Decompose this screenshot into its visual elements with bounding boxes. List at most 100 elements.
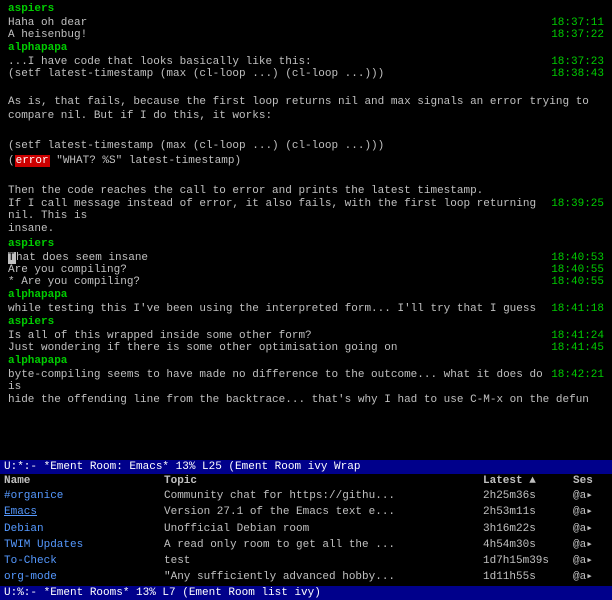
message-block-5: aspiers Is all of this wrapped inside so… (4, 315, 608, 354)
mode-line-rooms: U:%:- *Ement Rooms* 13% L7 (Ement Room l… (0, 586, 612, 600)
message-block-3: aspiers That does seem insane 18:40:53 A… (4, 237, 608, 288)
username-aspiers: aspiers (8, 3, 54, 15)
room-topic: test (164, 554, 483, 568)
room-row: Emacs Version 27.1 of the Emacs text e..… (0, 504, 612, 520)
room-row: To-Check test 1d7h15m39s @a▸ (0, 553, 612, 569)
col-header-topic: Topic (164, 475, 483, 487)
room-row: org-mode "Any sufficiently advanced hobb… (0, 569, 612, 585)
room-latest: 3h16m22s (483, 522, 573, 536)
message-text: That does seem insane (8, 252, 547, 264)
room-ses: @a▸ (573, 570, 608, 584)
room-latest: 2h25m36s (483, 489, 573, 503)
message-text: Then the code reaches the call to error … (8, 184, 604, 199)
room-name[interactable]: To-Check (4, 554, 164, 568)
room-ses: @a▸ (573, 538, 608, 552)
message-text: Just wondering if there is some other op… (8, 342, 547, 354)
message-text: Haha oh dear (8, 17, 547, 29)
chat-line: * Are you compiling? 18:40:55 (8, 276, 604, 288)
message-block-2: alphapapa ...I have code that looks basi… (4, 41, 608, 80)
room-name[interactable]: Debian (4, 522, 164, 536)
room-row: #organice Community chat for https://git… (0, 488, 612, 504)
username-line: aspiers (8, 315, 604, 330)
room-topic: "Any sufficiently advanced hobby... (164, 570, 483, 584)
room-topic: A read only room to get all the ... (164, 538, 483, 552)
code-text-error: (error "WHAT? %S" latest-timestamp) (8, 154, 604, 169)
message-text: byte-compiling seems to have made no dif… (8, 369, 547, 393)
timestamp: 18:41:45 (551, 342, 604, 354)
timestamp: 18:41:18 (551, 303, 604, 315)
room-row: TWIM Updates A read only room to get all… (0, 537, 612, 553)
room-row: Debian Unofficial Debian room 3h16m22s @… (0, 521, 612, 537)
username-line: alphapapa (8, 354, 604, 369)
room-ses: @a▸ (573, 489, 608, 503)
chat-line: If I call message instead of error, it a… (8, 198, 604, 222)
timestamp: 18:40:55 (551, 264, 604, 276)
timestamp: 18:40:55 (551, 276, 604, 288)
message-block-4: alphapapa while testing this I've been u… (4, 288, 608, 315)
timestamp: 18:38:43 (551, 68, 604, 80)
username-line: aspiers (8, 2, 604, 17)
error-highlight: error (15, 155, 50, 167)
message-text: insane. (8, 222, 604, 237)
chat-line: byte-compiling seems to have made no dif… (8, 369, 604, 393)
chat-line: Are you compiling? 18:40:55 (8, 264, 604, 276)
message-text: Is all of this wrapped inside some other… (8, 330, 547, 342)
timestamp: 18:41:24 (551, 330, 604, 342)
room-latest: 2h53m11s (483, 505, 573, 519)
message-text: compare nil. But if I do this, it works: (8, 109, 604, 124)
code-text: (setf latest-timestamp (max (cl-loop ...… (8, 68, 547, 80)
cursor: T (8, 252, 16, 264)
message-block-6: alphapapa byte-compiling seems to have m… (4, 354, 608, 408)
message-text: Are you compiling? (8, 264, 547, 276)
code-text: (setf latest-timestamp (max (cl-loop ...… (8, 139, 604, 154)
chat-line: Haha oh dear 18:37:11 (8, 17, 604, 29)
room-latest: 1d11h55s (483, 570, 573, 584)
message-text: If I call message instead of error, it a… (8, 198, 547, 222)
room-name[interactable]: #organice (4, 489, 164, 503)
username-alphapapa: alphapapa (8, 289, 67, 301)
timestamp: 18:39:25 (551, 198, 604, 210)
username-alphapapa: alphapapa (8, 355, 67, 367)
timestamp: 18:40:53 (551, 252, 604, 264)
chat-line: ...I have code that looks basically like… (8, 56, 604, 68)
rooms-header: Name Topic Latest ▲ Ses (0, 474, 612, 488)
chat-area: aspiers Haha oh dear 18:37:11 A heisenbu… (0, 0, 612, 460)
chat-line: That does seem insane 18:40:53 (8, 252, 604, 264)
message-block-1: aspiers Haha oh dear 18:37:11 A heisenbu… (4, 2, 608, 41)
room-ses: @a▸ (573, 522, 608, 536)
narrative-block-1: As is, that fails, because the first loo… (4, 80, 608, 238)
room-latest: 1d7h15m39s (483, 554, 573, 568)
blank-line (8, 124, 604, 139)
room-name[interactable]: org-mode (4, 570, 164, 584)
message-text: A heisenbug! (8, 29, 547, 41)
username-line: aspiers (8, 237, 604, 252)
room-ses: @a▸ (573, 505, 608, 519)
room-topic: Unofficial Debian room (164, 522, 483, 536)
timestamp: 18:37:22 (551, 29, 604, 41)
message-text: while testing this I've been using the i… (8, 303, 547, 315)
username-aspiers: aspiers (8, 238, 54, 250)
chat-line: while testing this I've been using the i… (8, 303, 604, 315)
room-latest: 4h54m30s (483, 538, 573, 552)
room-name[interactable]: Emacs (4, 505, 164, 519)
username-aspiers: aspiers (8, 316, 54, 328)
username-line: alphapapa (8, 41, 604, 56)
chat-line: Is all of this wrapped inside some other… (8, 330, 604, 342)
timestamp: 18:42:21 (551, 369, 604, 381)
room-topic: Community chat for https://githu... (164, 489, 483, 503)
room-name[interactable]: TWIM Updates (4, 538, 164, 552)
chat-line: (setf latest-timestamp (max (cl-loop ...… (8, 68, 604, 80)
blank-line (8, 169, 604, 184)
mode-line-chat-text: U:*:- *Ement Room: Emacs* 13% L25 (Ement… (4, 461, 360, 473)
message-text: ...I have code that looks basically like… (8, 56, 547, 68)
col-header-latest: Latest ▲ (483, 475, 573, 487)
timestamp: 18:37:23 (551, 56, 604, 68)
rooms-area: Name Topic Latest ▲ Ses #organice Commun… (0, 474, 612, 586)
mode-line-chat: U:*:- *Ement Room: Emacs* 13% L25 (Ement… (0, 460, 612, 474)
chat-line: A heisenbug! 18:37:22 (8, 29, 604, 41)
room-ses: @a▸ (573, 554, 608, 568)
timestamp: 18:37:11 (551, 17, 604, 29)
message-text: hide the offending line from the backtra… (8, 393, 604, 408)
col-header-ses: Ses (573, 475, 608, 487)
message-text: * Are you compiling? (8, 276, 547, 288)
